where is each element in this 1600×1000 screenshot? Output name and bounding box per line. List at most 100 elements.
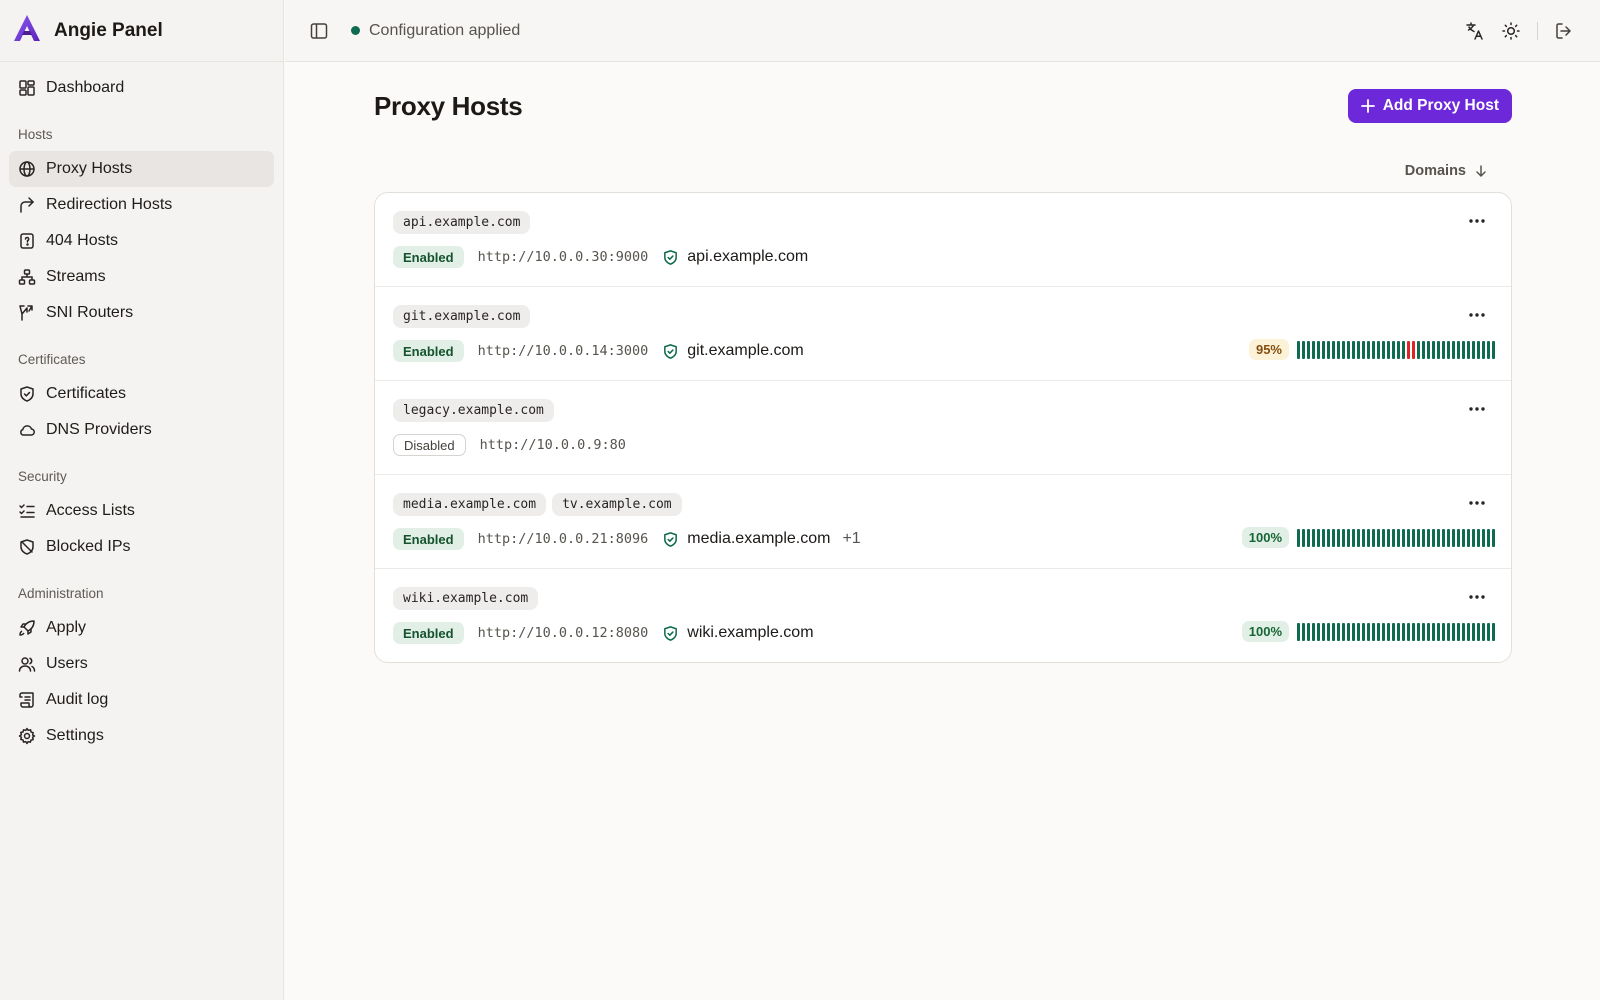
uptime-beat-up xyxy=(1472,622,1475,641)
uptime-monitor[interactable]: 100% xyxy=(1241,527,1495,548)
gear-icon xyxy=(18,727,36,745)
uptime-beat-up xyxy=(1432,528,1435,547)
sidebar-item-certificates[interactable]: Certificates xyxy=(9,376,274,412)
sidebar-item-label: Settings xyxy=(46,727,104,744)
sidebar-item-apply[interactable]: Apply xyxy=(9,610,274,646)
uptime-beat-up xyxy=(1352,340,1355,359)
uptime-beat-up xyxy=(1397,528,1400,547)
uptime-beat-up xyxy=(1367,528,1370,547)
uptime-beat-up xyxy=(1362,622,1365,641)
uptime-beat-up xyxy=(1412,528,1415,547)
app-name: Angie Panel xyxy=(54,19,163,41)
sidebar-item-label: Access Lists xyxy=(46,502,135,519)
sidebar-item-dashboard[interactable]: Dashboard xyxy=(9,70,274,106)
proxy-host-row[interactable]: legacy.example.com Disabled http://10.0.… xyxy=(375,381,1511,475)
uptime-beat-up xyxy=(1437,622,1440,641)
host-details: Disabled http://10.0.0.9:80 xyxy=(393,434,1493,456)
sort-label: Domains xyxy=(1404,163,1466,179)
upstream-url: http://10.0.0.30:9000 xyxy=(477,249,649,265)
sidebar-item-audit-log[interactable]: Audit log xyxy=(9,682,274,718)
brand[interactable]: Angie Panel xyxy=(0,0,283,62)
uptime-beat-up xyxy=(1422,528,1425,547)
translate-icon[interactable] xyxy=(1465,21,1485,41)
proxy-host-row[interactable]: git.example.com Enabled http://10.0.0.14… xyxy=(375,287,1511,381)
certificate-info: api.example.com xyxy=(662,248,808,266)
proxy-host-row[interactable]: media.example.com tv.example.com Enabled… xyxy=(375,475,1511,569)
sidebar-toggle-icon[interactable] xyxy=(309,21,329,41)
sidebar-item-streams[interactable]: Streams xyxy=(9,259,274,295)
sidebar-item-dns-providers[interactable]: DNS Providers xyxy=(9,412,274,448)
uptime-beat-up xyxy=(1437,528,1440,547)
uptime-beat-up xyxy=(1457,528,1460,547)
proxy-host-list: api.example.com Enabled http://10.0.0.30… xyxy=(374,192,1512,663)
sort-domains-button[interactable]: Domains xyxy=(1405,163,1488,179)
uptime-beat-up xyxy=(1387,528,1390,547)
sidebar-item-settings[interactable]: Settings xyxy=(9,718,274,754)
sidebar-item-label: Certificates xyxy=(46,385,127,402)
proxy-host-row[interactable]: wiki.example.com Enabled http://10.0.0.1… xyxy=(375,569,1511,662)
sidebar-item-sni-routers[interactable]: SNI Routers xyxy=(9,295,274,331)
sidebar-item-blocked-ips[interactable]: Blocked IPs xyxy=(9,529,274,565)
domain-chip: api.example.com xyxy=(393,211,531,234)
domain-chips: wiki.example.com xyxy=(393,587,1493,610)
proxy-host-row[interactable]: api.example.com Enabled http://10.0.0.30… xyxy=(375,193,1511,287)
uptime-beat-up xyxy=(1417,340,1420,359)
uptime-beat-up xyxy=(1317,528,1320,547)
shield-check-icon xyxy=(662,625,679,642)
uptime-beat-up xyxy=(1357,528,1360,547)
uptime-beat-up xyxy=(1317,622,1320,641)
sidebar-item-label: Apply xyxy=(46,619,87,636)
list-checks-icon xyxy=(18,502,36,520)
uptime-beat-up xyxy=(1347,622,1350,641)
more-options-icon[interactable] xyxy=(1465,209,1489,233)
uptime-monitor[interactable]: 100% xyxy=(1241,621,1495,642)
sidebar-item-users[interactable]: Users xyxy=(9,646,274,682)
sun-icon[interactable] xyxy=(1501,21,1521,41)
uptime-beat-up xyxy=(1377,340,1380,359)
sidebar-item-redirection-hosts[interactable]: Redirection Hosts xyxy=(9,187,274,223)
more-options-icon[interactable] xyxy=(1465,397,1489,421)
uptime-beat-up xyxy=(1492,622,1495,641)
uptime-beat-up xyxy=(1447,340,1450,359)
upstream-url: http://10.0.0.21:8096 xyxy=(477,531,649,547)
uptime-beat-up xyxy=(1482,340,1485,359)
uptime-beat-up xyxy=(1347,340,1350,359)
redirect-arrow-icon xyxy=(18,196,36,214)
split-route-icon xyxy=(18,304,36,322)
more-options-icon[interactable] xyxy=(1465,491,1489,515)
uptime-beat-up xyxy=(1442,622,1445,641)
logout-icon[interactable] xyxy=(1554,21,1574,41)
uptime-beat-up xyxy=(1362,340,1365,359)
arrow-down-icon xyxy=(1474,164,1488,178)
status-badge: Enabled xyxy=(393,622,464,644)
uptime-beat-up xyxy=(1487,528,1490,547)
sidebar-item-proxy-hosts[interactable]: Proxy Hosts xyxy=(9,151,274,187)
topbar-actions xyxy=(1465,21,1600,41)
more-options-icon[interactable] xyxy=(1465,585,1489,609)
shield-check-icon xyxy=(662,531,679,548)
domain-chip: media.example.com xyxy=(393,493,547,516)
uptime-beat-up xyxy=(1302,622,1305,641)
uptime-beat-up xyxy=(1322,528,1325,547)
page-header: Proxy Hosts Add Proxy Host xyxy=(374,62,1512,150)
sidebar-item-access-lists[interactable]: Access Lists xyxy=(9,493,274,529)
uptime-beat-up xyxy=(1337,340,1340,359)
uptime-beat-up xyxy=(1452,622,1455,641)
domain-chip: wiki.example.com xyxy=(393,587,539,610)
uptime-beat-up xyxy=(1477,528,1480,547)
add-proxy-host-button[interactable]: Add Proxy Host xyxy=(1347,89,1512,123)
page-title: Proxy Hosts xyxy=(374,90,523,121)
upstream-url: http://10.0.0.9:80 xyxy=(479,437,626,453)
uptime-beat-up xyxy=(1392,528,1395,547)
uptime-percent-badge: 100% xyxy=(1241,527,1289,548)
more-options-icon[interactable] xyxy=(1465,303,1489,327)
uptime-beat-up xyxy=(1392,622,1395,641)
sidebar-item-404-hosts[interactable]: 404 Hosts xyxy=(9,223,274,259)
uptime-beat-up xyxy=(1312,528,1315,547)
uptime-monitor[interactable]: 95% xyxy=(1248,339,1495,360)
sidebar-nav: Dashboard Hosts Proxy Hosts Redirection … xyxy=(0,62,283,762)
uptime-beat-up xyxy=(1407,528,1410,547)
uptime-beat-up xyxy=(1402,528,1405,547)
angie-logo-icon xyxy=(12,13,42,48)
uptime-beat-up xyxy=(1322,622,1325,641)
